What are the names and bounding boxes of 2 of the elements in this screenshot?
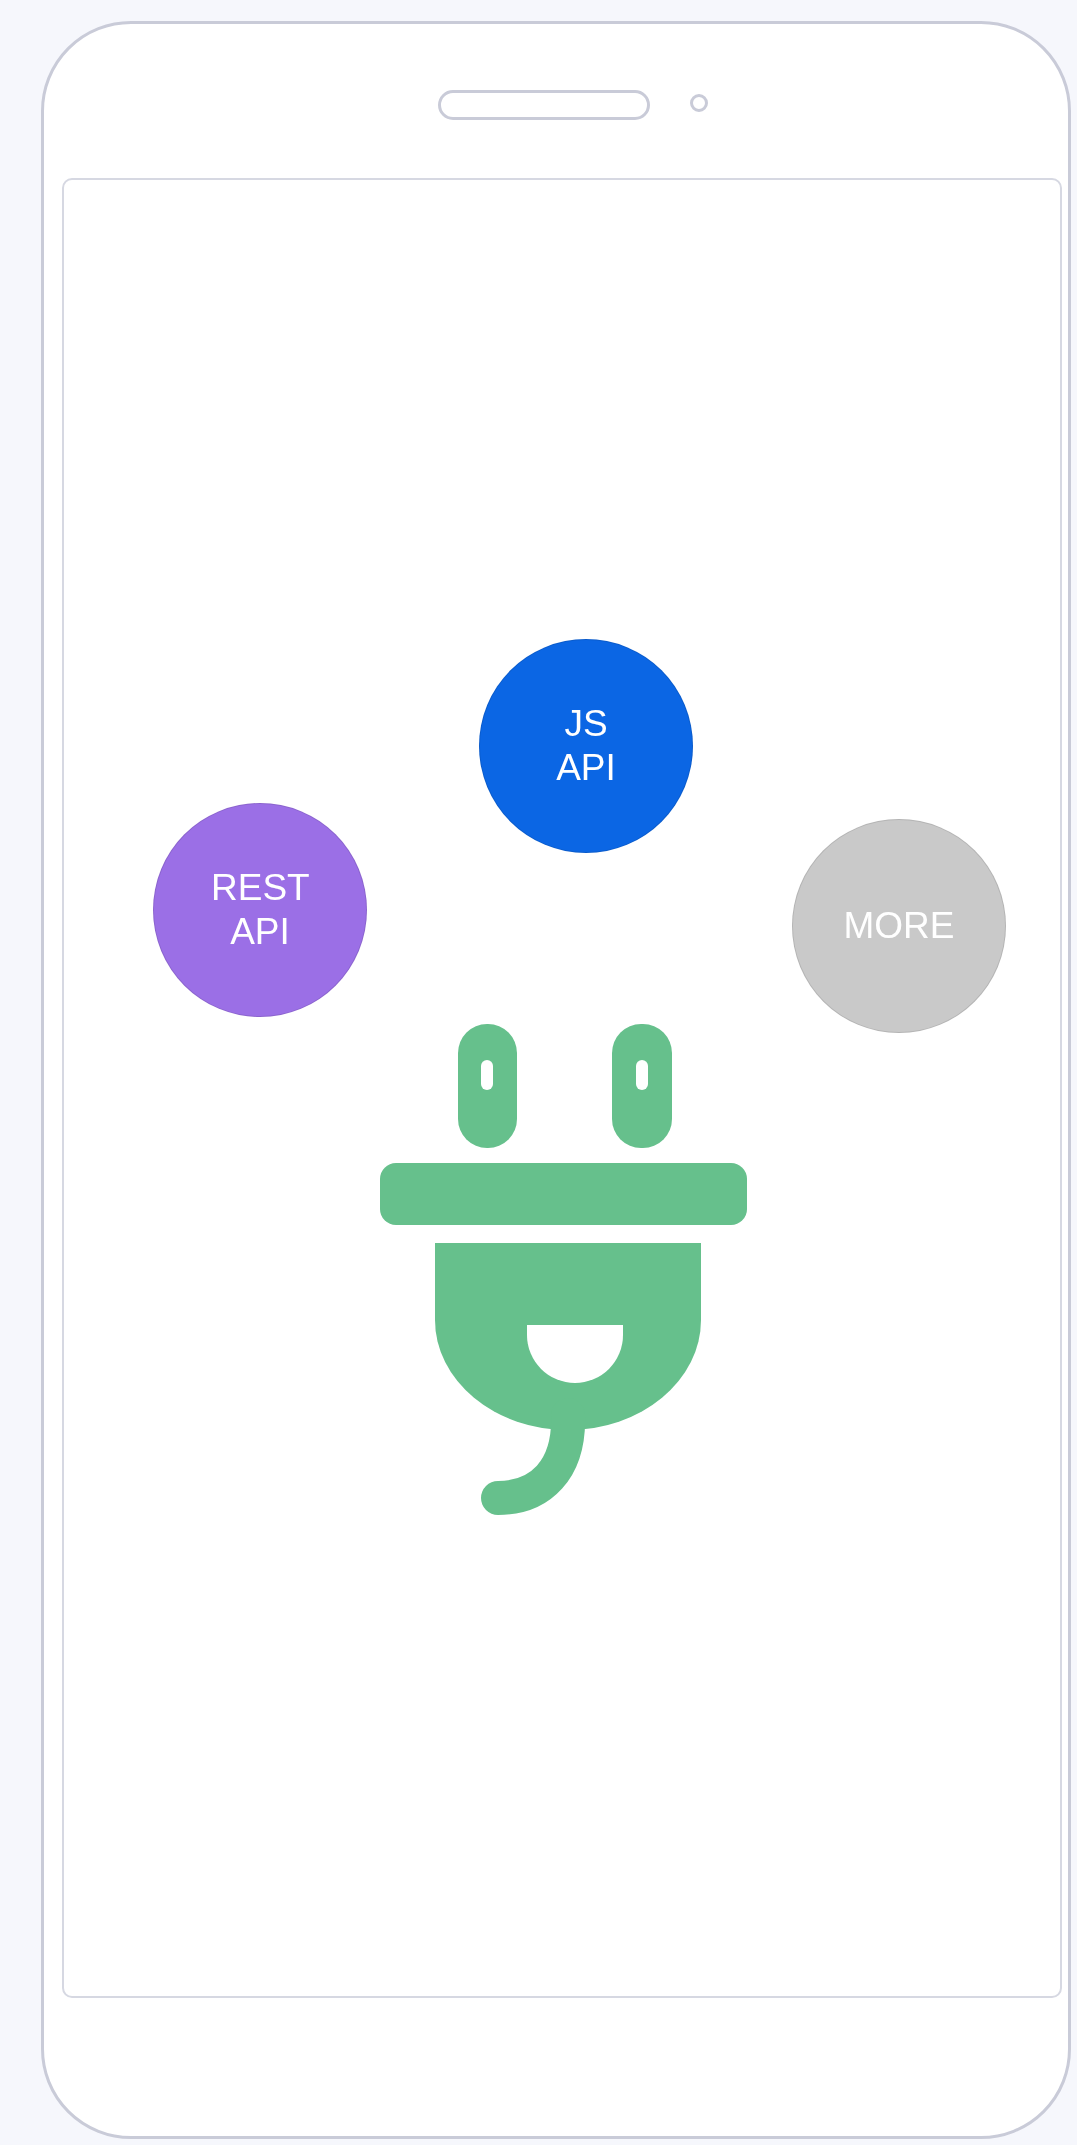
bubble-label: JS API: [556, 702, 616, 790]
bubble-label: REST API: [211, 866, 309, 954]
